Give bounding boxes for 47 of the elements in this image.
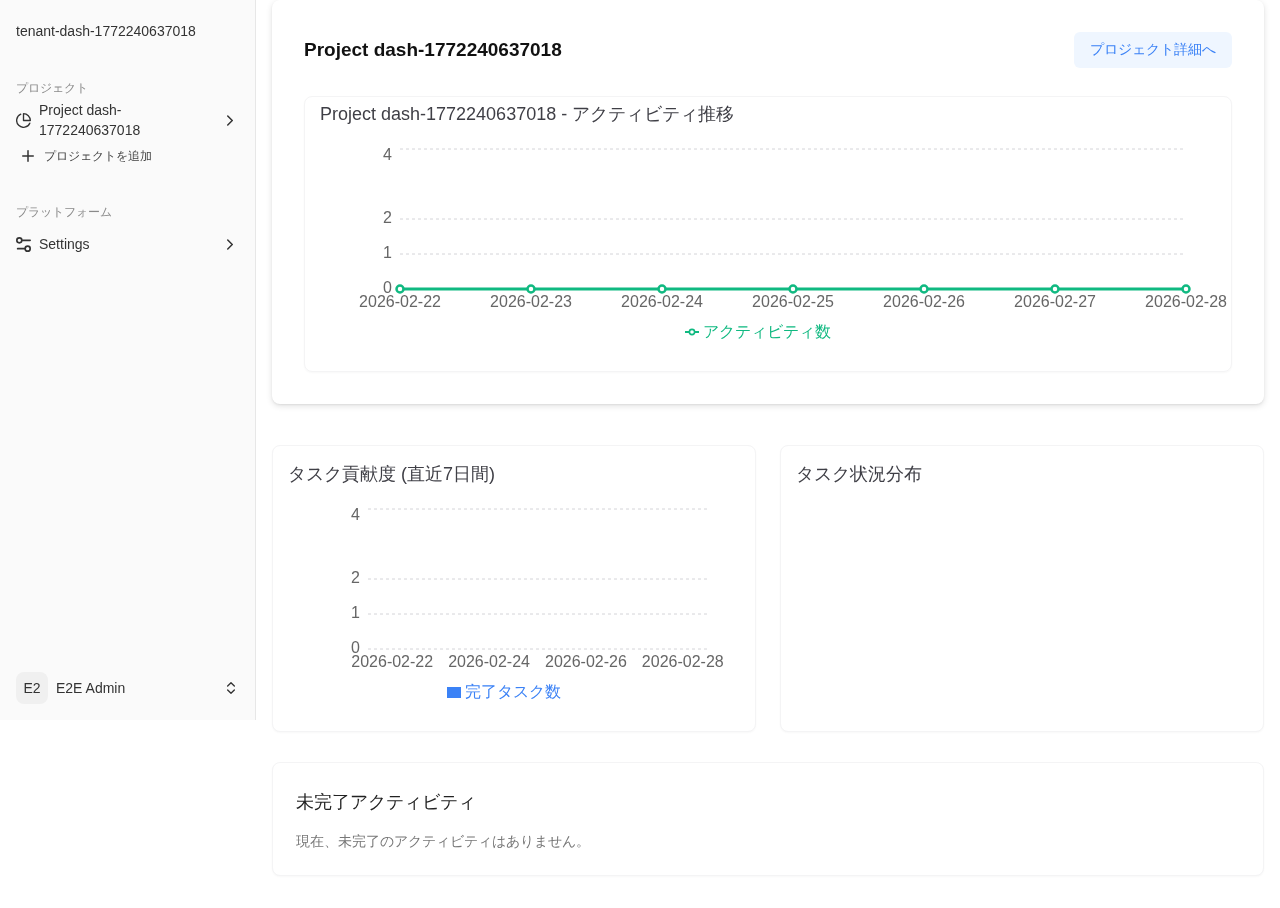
y-axis-label: 2: [351, 569, 360, 587]
x-axis-label: 2026-02-27: [1014, 293, 1096, 311]
x-axis-label: 2026-02-26: [545, 653, 627, 671]
pie-chart-icon: [16, 112, 31, 128]
data-point: [526, 284, 536, 294]
data-point: [1181, 284, 1191, 294]
add-project-button[interactable]: プロジェクトを追加: [8, 144, 247, 168]
section-label: プロジェクト: [15, 80, 89, 96]
workspace-name: tenant-dash-1772240637018: [16, 22, 197, 40]
chevrons-up-down-icon: [227, 682, 235, 694]
x-axis-label: 2026-02-28: [641, 653, 724, 671]
x-axis-label: 2026-02-22: [351, 653, 434, 671]
legend-label: 完了タスク数: [465, 682, 561, 702]
x-axis-label: 2026-02-24: [621, 293, 703, 311]
x-axis-label: 2026-02-25: [752, 293, 834, 311]
settings-nav-item[interactable]: Settings: [8, 228, 247, 260]
chevron-right-icon: [227, 114, 233, 126]
plus-icon: [22, 150, 34, 162]
y-axis-label: 4: [383, 146, 392, 164]
chart-title: タスク状況分布: [796, 463, 923, 486]
x-axis-label: 2026-02-24: [448, 653, 530, 671]
legend-label: アクティビティ数: [703, 322, 831, 342]
x-axis-label: 2026-02-22: [359, 293, 441, 311]
y-axis-label: 1: [383, 244, 392, 262]
chevron-right-icon: [227, 238, 233, 250]
user-menu-button[interactable]: E2 E2E Admin: [8, 672, 247, 704]
data-point: [657, 284, 667, 294]
section-label: プラットフォーム: [15, 204, 113, 220]
sliders-icon: [16, 236, 31, 252]
y-axis-label: 4: [351, 506, 360, 524]
project-details-button[interactable]: プロジェクト詳細へ: [1074, 32, 1232, 68]
y-axis-label: 2: [383, 209, 392, 227]
project-nav-item[interactable]: Project dash-1772240637018: [8, 100, 247, 140]
data-point: [788, 284, 798, 294]
chart-title: タスク貢献度 (直近7日間): [288, 463, 496, 486]
x-axis-label: 2026-02-28: [1145, 293, 1227, 311]
card-title: 未完了アクティビティ: [296, 791, 477, 814]
empty-message: 現在、未完了のアクティビティはありません。: [296, 832, 591, 851]
avatar: E2: [16, 672, 48, 704]
data-point: [1050, 284, 1060, 294]
y-axis-label: 1: [351, 604, 360, 622]
chart-title: Project dash-1772240637018 - アクティビティ推移: [320, 103, 736, 126]
data-point: [919, 284, 929, 294]
data-point: [395, 284, 405, 294]
project-title: Project dash-1772240637018: [304, 39, 562, 61]
x-axis-label: 2026-02-23: [490, 293, 572, 311]
x-axis-label: 2026-02-26: [883, 293, 965, 311]
